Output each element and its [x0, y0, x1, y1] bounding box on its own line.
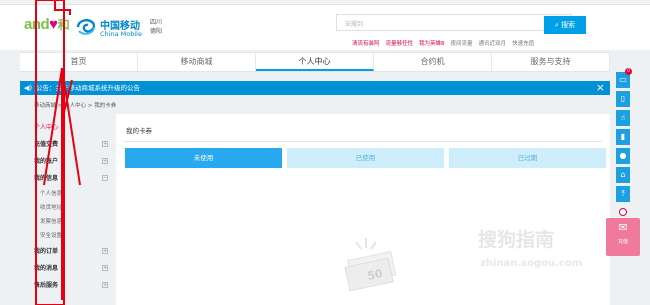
sidebar-section[interactable]: 我的消息 + — [34, 260, 108, 277]
expand-toggle-icon[interactable]: + — [102, 158, 108, 164]
nav-item[interactable]: 移动商城 — [138, 53, 256, 71]
watermark-url: zhinan.sogou.com — [480, 258, 583, 269]
hand-icon[interactable]: ☝ — [616, 110, 630, 126]
speaker-icon: ◀) — [24, 84, 33, 92]
cart-count-badge: 0 — [625, 68, 632, 75]
and-logo-text: and — [24, 16, 50, 33]
sidebar: 个人中心 充值交费 + 我的账户 + 我的信息 − 个人信息 收货地址 发票信息 安全设置 我的订单… — [34, 119, 108, 294]
coupon-tab[interactable]: 未使用 — [125, 148, 282, 168]
heart-icon: ♥ — [49, 16, 58, 33]
close-icon[interactable]: × — [596, 81, 605, 95]
expand-toggle-icon[interactable]: + — [102, 248, 108, 254]
nav-item[interactable]: 首页 — [20, 53, 138, 71]
expand-toggle-icon[interactable]: + — [102, 141, 108, 147]
sim-icon[interactable]: ▮ — [616, 129, 630, 145]
and-logo-he: 和 — [57, 18, 70, 32]
sidebar-section[interactable]: 我的账户 + — [34, 153, 108, 170]
search-button-label: 搜索 — [561, 21, 576, 29]
hot-link[interactable]: 快速充值 — [512, 41, 534, 47]
region-province: 四川 — [150, 19, 163, 26]
sidebar-subitem[interactable]: 收货地址 — [34, 201, 108, 215]
watermark-brand: 搜狗指南 — [478, 229, 555, 251]
right-toolbar: ▭ 0 ▯ ☝ ▮ ● ⌂ ⤒ — [616, 68, 632, 205]
expand-toggle-icon[interactable]: + — [102, 282, 108, 288]
sidebar-section[interactable]: 我的信息 − — [34, 170, 108, 187]
page-title: 我的卡券 — [126, 127, 152, 135]
nav-item[interactable]: 服务与支持 — [492, 53, 610, 71]
content-panel: 我的卡券 未使用 已使用 已过期 50 — [116, 114, 610, 305]
sidebar-section[interactable]: 售后服务 + — [34, 277, 108, 294]
hot-link[interactable]: 清流有装阿 — [352, 41, 380, 47]
promo-anchor — [619, 208, 627, 216]
sidebar-section[interactable]: 我的订单 + — [34, 243, 108, 260]
home-icon[interactable]: ⌂ — [616, 167, 630, 183]
hot-links: 清流有装阿 流量够任性 我为英雄8 夜间流量 通讯近双月 快速充值 — [352, 39, 540, 47]
sidebar-title: 个人中心 — [34, 124, 59, 131]
region-city: 德阳 — [150, 28, 163, 35]
top-icon[interactable]: ⤒ — [616, 186, 630, 202]
coupon-tab[interactable]: 已过期 — [449, 148, 606, 168]
sidebar-section[interactable]: 充值交费 + — [34, 136, 108, 153]
promo-label: 充值 — [617, 239, 628, 245]
hot-link[interactable]: 夜间流量 — [451, 41, 473, 47]
hot-link[interactable]: 通讯近双月 — [479, 41, 507, 47]
sidebar-section-label: 售后服务 — [34, 282, 59, 289]
sidebar-section-label: 我的信息 — [34, 175, 59, 182]
empty-coupon-icon: 50 — [344, 238, 397, 292]
notice-link[interactable]: 公告：关于移动商城系统升级的公告 — [36, 81, 140, 95]
sidebar-subitem[interactable]: 安全设置 — [34, 229, 108, 243]
china-mobile-swirl-icon — [76, 19, 96, 35]
expand-toggle-icon[interactable]: − — [102, 175, 108, 181]
sidebar-subitem[interactable]: 个人信息 — [34, 187, 108, 201]
main-nav: 首页 移动商城 个人中心 合约机 服务与支持 — [20, 52, 610, 72]
china-mobile-en: China Mobile — [100, 30, 142, 38]
nav-item[interactable]: 个人中心 — [256, 53, 374, 71]
site-header: and♥和 中国移动 China Mobile 四川 德阳 安耀到 ⌕ 搜索 清… — [0, 5, 650, 50]
sidebar-section-label: 我的订单 — [34, 248, 59, 255]
phone-icon[interactable]: ▯ — [616, 91, 630, 107]
nav-item[interactable]: 合约机 — [374, 53, 492, 71]
hot-link[interactable]: 我为英雄8 — [419, 41, 445, 47]
user-icon[interactable]: ● — [616, 148, 630, 164]
cart-icon[interactable]: ▭ 0 — [616, 68, 632, 88]
and-logo[interactable]: and♥和 — [24, 16, 70, 33]
recharge-promo[interactable]: ✉ 充值 — [606, 218, 640, 256]
search-button[interactable]: ⌕ 搜索 — [544, 16, 586, 34]
notice-bar: ◀) 公告：关于移动商城系统升级的公告 × — [20, 81, 610, 95]
divider — [124, 141, 602, 142]
search-placeholder: 安耀到 — [345, 21, 364, 28]
search-icon: ⌕ — [554, 21, 559, 29]
hot-link[interactable]: 流量够任性 — [386, 41, 414, 47]
expand-toggle-icon[interactable]: + — [102, 265, 108, 271]
gift-icon: ✉ — [618, 221, 628, 234]
sidebar-subitem[interactable]: 发票信息 — [34, 215, 108, 229]
region-selector[interactable]: 四川 德阳 — [150, 18, 162, 36]
sidebar-section-label: 我的账户 — [34, 158, 59, 165]
sidebar-section-label: 我的消息 — [34, 265, 59, 272]
coupon-tab[interactable]: 已使用 — [287, 148, 444, 168]
breadcrumb: 移动商城 > 个人中心 > 我的卡券 — [34, 103, 117, 109]
sidebar-section-label: 充值交费 — [34, 141, 59, 148]
search-input[interactable]: 安耀到 — [336, 14, 572, 31]
